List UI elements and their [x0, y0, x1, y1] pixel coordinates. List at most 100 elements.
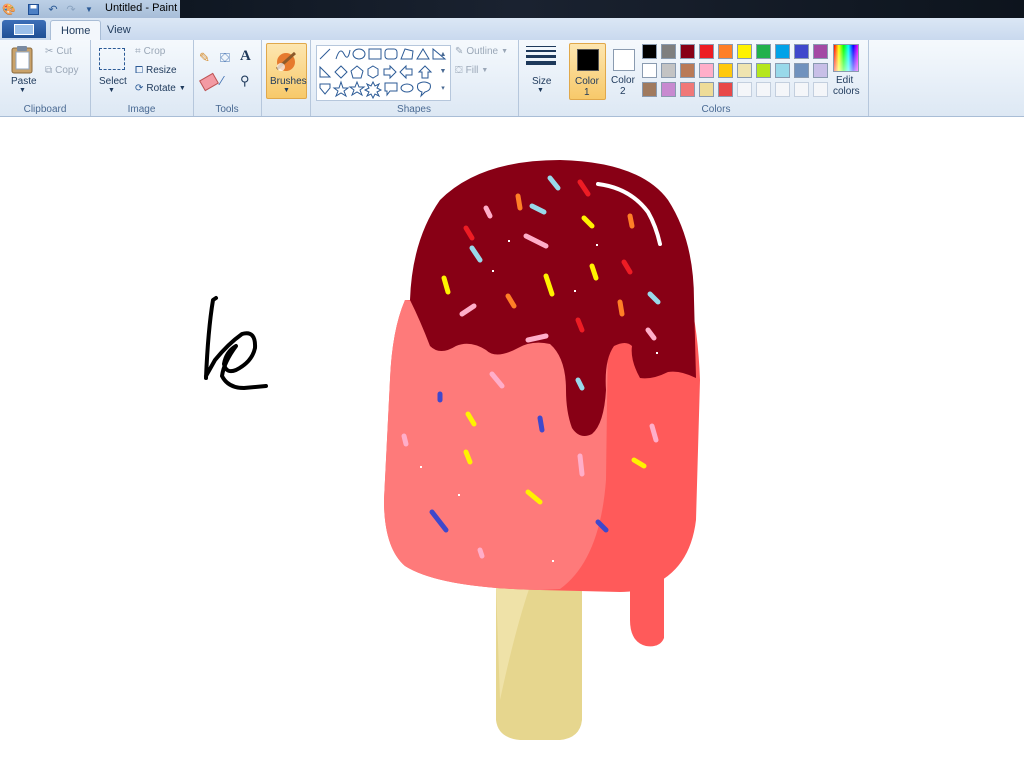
save-icon[interactable]: [26, 2, 40, 16]
select-label[interactable]: Select: [99, 76, 127, 87]
shapes-gallery-icons: [319, 47, 447, 100]
outline-label: Outline: [466, 46, 499, 57]
title-bar: 🎨 ↶ ↷ ▼ Untitled - Paint: [0, 0, 1024, 18]
text-tool-icon[interactable]: A: [240, 48, 251, 65]
size-group: Size ▼: [518, 40, 564, 116]
palette-swatch[interactable]: [699, 44, 714, 59]
tools-group: ✎ ⛋ A ⁄ ⚲ Tools: [193, 40, 262, 116]
palette-swatch[interactable]: [794, 44, 809, 59]
pencil-icon[interactable]: ✎: [199, 50, 210, 66]
rotate-button[interactable]: ⟳ Rotate ▼: [135, 83, 186, 94]
paste-dropdown-icon[interactable]: ▼: [19, 87, 26, 94]
resize-button[interactable]: ⧠ Resize: [135, 65, 177, 76]
fill-label: Fill: [465, 65, 479, 76]
paste-text: Paste: [11, 76, 37, 87]
palette-swatch[interactable]: [661, 63, 676, 78]
fill-bucket-icon[interactable]: ⛋: [220, 50, 230, 66]
color2-label: Color: [611, 75, 635, 86]
color1-label: Color: [575, 76, 599, 87]
palette-swatch[interactable]: [680, 44, 695, 59]
popsicle-drip: [630, 560, 664, 647]
palette-swatch[interactable]: [642, 44, 657, 59]
tab-view[interactable]: View: [97, 20, 141, 40]
color1-chip: [577, 49, 599, 71]
brushes-dropdown-icon: ▼: [283, 87, 290, 94]
palette-swatch[interactable]: [775, 63, 790, 78]
redo-icon[interactable]: ↷: [64, 2, 78, 16]
size-icon[interactable]: [526, 46, 556, 65]
file-menu-icon: [14, 23, 34, 35]
ribbon: Paste ▼ ✂ Cut ⧉ Copy Clipboard Select ▼ ⌗ C…: [0, 40, 1024, 117]
outline-dropdown-icon: ▼: [501, 48, 509, 55]
crop-button[interactable]: ⌗ Crop: [135, 46, 165, 57]
customize-icon[interactable]: ▼: [82, 2, 96, 16]
magnifier-icon[interactable]: ⚲: [240, 73, 250, 89]
palette-swatch[interactable]: [661, 44, 676, 59]
colors-group-label: Colors: [701, 104, 731, 115]
crop-label: Crop: [143, 46, 166, 57]
palette-swatch[interactable]: [718, 44, 733, 59]
app-icon[interactable]: 🎨: [2, 2, 16, 16]
palette-swatch[interactable]: [737, 63, 752, 78]
tools-group-label: Tools: [215, 104, 239, 115]
title-bar-background: [180, 0, 1024, 18]
rotate-icon: ⟳: [135, 83, 144, 94]
palette-swatch[interactable]: [756, 44, 771, 59]
shapes-group: ▲ ▼ ▾ ✎ Outline ▼ ⛋ Fill ▼ Shapes: [310, 40, 519, 116]
palette-empty-swatch[interactable]: [813, 82, 828, 97]
paste-icon: [11, 46, 33, 74]
shapes-group-label: Shapes: [397, 104, 431, 115]
palette-swatch[interactable]: [680, 63, 695, 78]
color1-button[interactable]: Color 1: [569, 43, 606, 100]
palette-empty-swatch[interactable]: [737, 82, 752, 97]
shapes-gallery[interactable]: [316, 45, 451, 101]
edit-colors-label-2[interactable]: colors: [833, 86, 860, 97]
undo-icon[interactable]: ↶: [46, 2, 60, 16]
image-group: Select ▼ ⌗ Crop ⧠ Resize ⟳ Rotate ▼ Image: [90, 40, 194, 116]
select-dropdown-icon[interactable]: ▼: [108, 87, 115, 94]
palette-swatch[interactable]: [642, 82, 657, 97]
palette-swatch[interactable]: [642, 63, 657, 78]
paste-button[interactable]: [9, 45, 35, 75]
clipboard-group-label: Clipboard: [23, 104, 67, 115]
palette-swatch[interactable]: [699, 82, 714, 97]
eraser-icon[interactable]: [199, 72, 219, 92]
palette-empty-swatch[interactable]: [775, 82, 790, 97]
palette-swatch[interactable]: [813, 63, 828, 78]
palette-swatch[interactable]: [813, 44, 828, 59]
tab-home[interactable]: Home: [50, 20, 102, 41]
palette-swatch[interactable]: [718, 63, 733, 78]
palette-swatch[interactable]: [661, 82, 676, 97]
size-dropdown-icon[interactable]: ▼: [537, 87, 544, 94]
cut-label: Cut: [56, 46, 72, 57]
drawing-canvas[interactable]: [0, 117, 1024, 764]
copy-button[interactable]: ⧉ Copy: [45, 65, 79, 76]
clipboard-group: Paste ▼ ✂ Cut ⧉ Copy Clipboard: [0, 40, 91, 116]
palette-swatch[interactable]: [737, 44, 752, 59]
color-picker-icon[interactable]: ⁄: [221, 73, 223, 88]
palette-swatch[interactable]: [756, 63, 771, 78]
edit-colors-icon[interactable]: [833, 44, 859, 72]
outline-button[interactable]: ✎ Outline ▼: [455, 46, 508, 57]
resize-icon: ⧠: [135, 65, 143, 76]
select-icon[interactable]: [99, 48, 125, 70]
brushes-label: Brushes: [270, 76, 307, 87]
palette-swatch[interactable]: [699, 63, 714, 78]
palette-swatch[interactable]: [680, 82, 695, 97]
fill-button[interactable]: ⛋ Fill ▼: [455, 65, 488, 76]
palette-swatch[interactable]: [794, 63, 809, 78]
file-menu-button[interactable]: [2, 20, 46, 38]
size-label[interactable]: Size: [532, 76, 551, 87]
window-title: Untitled - Paint: [105, 2, 178, 14]
edit-colors-label[interactable]: Edit: [836, 75, 853, 86]
palette-empty-swatch[interactable]: [756, 82, 771, 97]
copy-label: Copy: [55, 65, 79, 76]
palette-swatch[interactable]: [775, 44, 790, 59]
brushes-button[interactable]: Brushes ▼: [266, 43, 307, 99]
color2-button[interactable]: [613, 49, 635, 71]
palette-swatch[interactable]: [718, 82, 733, 97]
cut-button[interactable]: ✂ Cut: [45, 46, 72, 57]
fill-icon: ⛋: [455, 65, 463, 76]
shapes-scroll[interactable]: ▲ ▼ ▾: [438, 46, 448, 98]
palette-empty-swatch[interactable]: [794, 82, 809, 97]
